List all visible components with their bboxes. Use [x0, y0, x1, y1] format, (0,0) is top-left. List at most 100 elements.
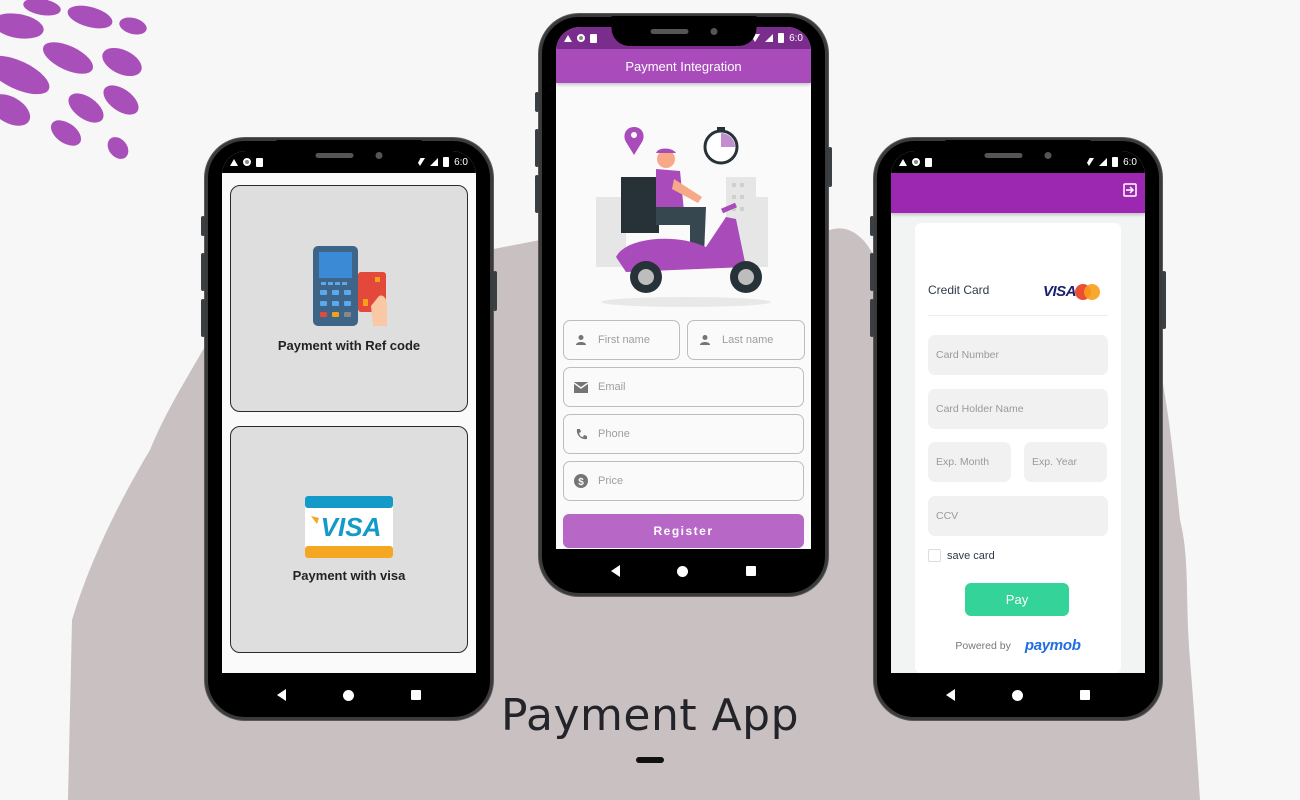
side-button: [201, 299, 205, 337]
dot: [103, 85, 139, 115]
visa-logo: VISA: [1042, 283, 1077, 300]
first-name-field[interactable]: First name: [563, 320, 680, 360]
price-field[interactable]: $ Price: [563, 461, 804, 501]
dot: [119, 17, 147, 35]
battery-icon: [1112, 157, 1119, 167]
phone-card-checkout: 6:0 Credit Card VISA Card Number Card Ho…: [870, 138, 1166, 720]
visa-payment-card[interactable]: VISA Payment with visa: [230, 426, 468, 653]
back-icon[interactable]: [610, 565, 620, 577]
last-name-placeholder: Last name: [722, 334, 774, 346]
checkbox[interactable]: [928, 549, 941, 562]
price-placeholder: Price: [598, 475, 624, 487]
warning-icon: [230, 158, 238, 166]
battery-icon: [778, 33, 785, 43]
dot: [0, 94, 31, 126]
mastercard-icon: [1075, 284, 1100, 300]
dot: [43, 42, 93, 74]
logout-icon[interactable]: [1123, 183, 1137, 197]
card-number-input[interactable]: Card Number: [928, 335, 1108, 375]
first-name-placeholder: First name: [598, 334, 650, 346]
side-button: [535, 175, 539, 213]
side-button: [201, 253, 205, 291]
warning-icon: [564, 34, 572, 42]
exp-month-input[interactable]: Exp. Month: [928, 442, 1011, 482]
showcase-caption: Payment App: [500, 690, 800, 741]
side-button: [870, 253, 874, 291]
camera: [710, 27, 717, 35]
record-icon: [577, 34, 585, 42]
dot: [0, 13, 44, 39]
side-button: [535, 129, 539, 167]
visa-label: Payment with visa: [292, 568, 406, 583]
decorative-dots: [0, 0, 147, 159]
register-button[interactable]: Register: [563, 514, 804, 548]
caption-underline: [636, 757, 664, 763]
phone-payment-options: 6:0 Payment with Ref code VISA Payment w…: [201, 138, 497, 720]
phone-placeholder: Phone: [598, 428, 630, 440]
side-button: [201, 216, 205, 236]
mail-icon: [574, 380, 588, 394]
email-placeholder: Email: [598, 381, 626, 393]
ccv-input[interactable]: CCV: [928, 496, 1108, 536]
powered-by-label: Powered by: [955, 639, 1011, 652]
save-card-checkbox[interactable]: save card: [928, 549, 995, 562]
phone-notch: [276, 140, 422, 170]
dot: [102, 47, 142, 77]
app-bar: Payment Integration: [556, 49, 811, 83]
dot: [68, 93, 104, 123]
record-icon: [243, 158, 251, 166]
email-field[interactable]: Email: [563, 367, 804, 407]
pos-terminal-icon: [313, 246, 387, 326]
record-icon: [912, 158, 920, 166]
status-time: 6:0: [789, 32, 803, 44]
dot: [50, 120, 82, 146]
phone-field[interactable]: Phone: [563, 414, 804, 454]
pay-button[interactable]: Pay: [965, 583, 1069, 616]
card-number-placeholder: Card Number: [936, 349, 1000, 361]
phone-screen: 6:0 Payment with Ref code VISA Payment w…: [222, 151, 476, 673]
phone-notch: [945, 140, 1091, 170]
warning-icon: [899, 158, 907, 166]
phone-screen: 6:0 Credit Card VISA Card Number Card Ho…: [891, 151, 1145, 673]
android-nav-bar: [542, 549, 825, 593]
last-name-field[interactable]: Last name: [687, 320, 805, 360]
dot: [67, 5, 113, 29]
phone-icon: [574, 427, 588, 441]
page-title: Payment Integration: [625, 58, 742, 74]
person-icon: [698, 333, 712, 347]
sim-card-icon: [590, 33, 597, 43]
card-holder-placeholder: Card Holder Name: [936, 403, 1024, 415]
exp-year-placeholder: Exp. Year: [1032, 456, 1077, 468]
sim-card-icon: [256, 157, 263, 167]
exp-month-placeholder: Exp. Month: [936, 456, 990, 468]
visa-text: VISA: [321, 512, 382, 542]
ref-code-payment-card[interactable]: Payment with Ref code: [230, 185, 468, 412]
svg-text:$: $: [578, 477, 584, 488]
signal-icon: [765, 34, 774, 42]
dot: [23, 0, 61, 16]
side-button: [1162, 271, 1166, 329]
status-time: 6:0: [1123, 156, 1137, 168]
dollar-icon: $: [574, 474, 588, 488]
dot: [107, 137, 129, 159]
status-time: 6:0: [454, 156, 468, 168]
side-button: [870, 299, 874, 337]
credit-card-title: Credit Card: [928, 283, 990, 297]
home-icon[interactable]: [677, 565, 689, 577]
app-bar: [891, 173, 1145, 213]
visa-card-icon: VISA: [305, 496, 393, 558]
exp-year-input[interactable]: Exp. Year: [1024, 442, 1107, 482]
speaker: [315, 152, 354, 158]
person-icon: [574, 333, 588, 347]
paymob-logo: paymob: [1024, 637, 1081, 654]
divider: [928, 315, 1108, 316]
side-button: [828, 147, 832, 187]
camera: [375, 151, 383, 159]
phone-registration: 6:0 Payment Integration First name Last …: [535, 14, 832, 596]
card-holder-input[interactable]: Card Holder Name: [928, 389, 1108, 429]
side-button: [535, 92, 539, 112]
recent-apps-icon[interactable]: [746, 566, 757, 576]
delivery-scooter-illustration: [596, 127, 771, 307]
battery-icon: [443, 157, 450, 167]
sim-card-icon: [925, 157, 932, 167]
